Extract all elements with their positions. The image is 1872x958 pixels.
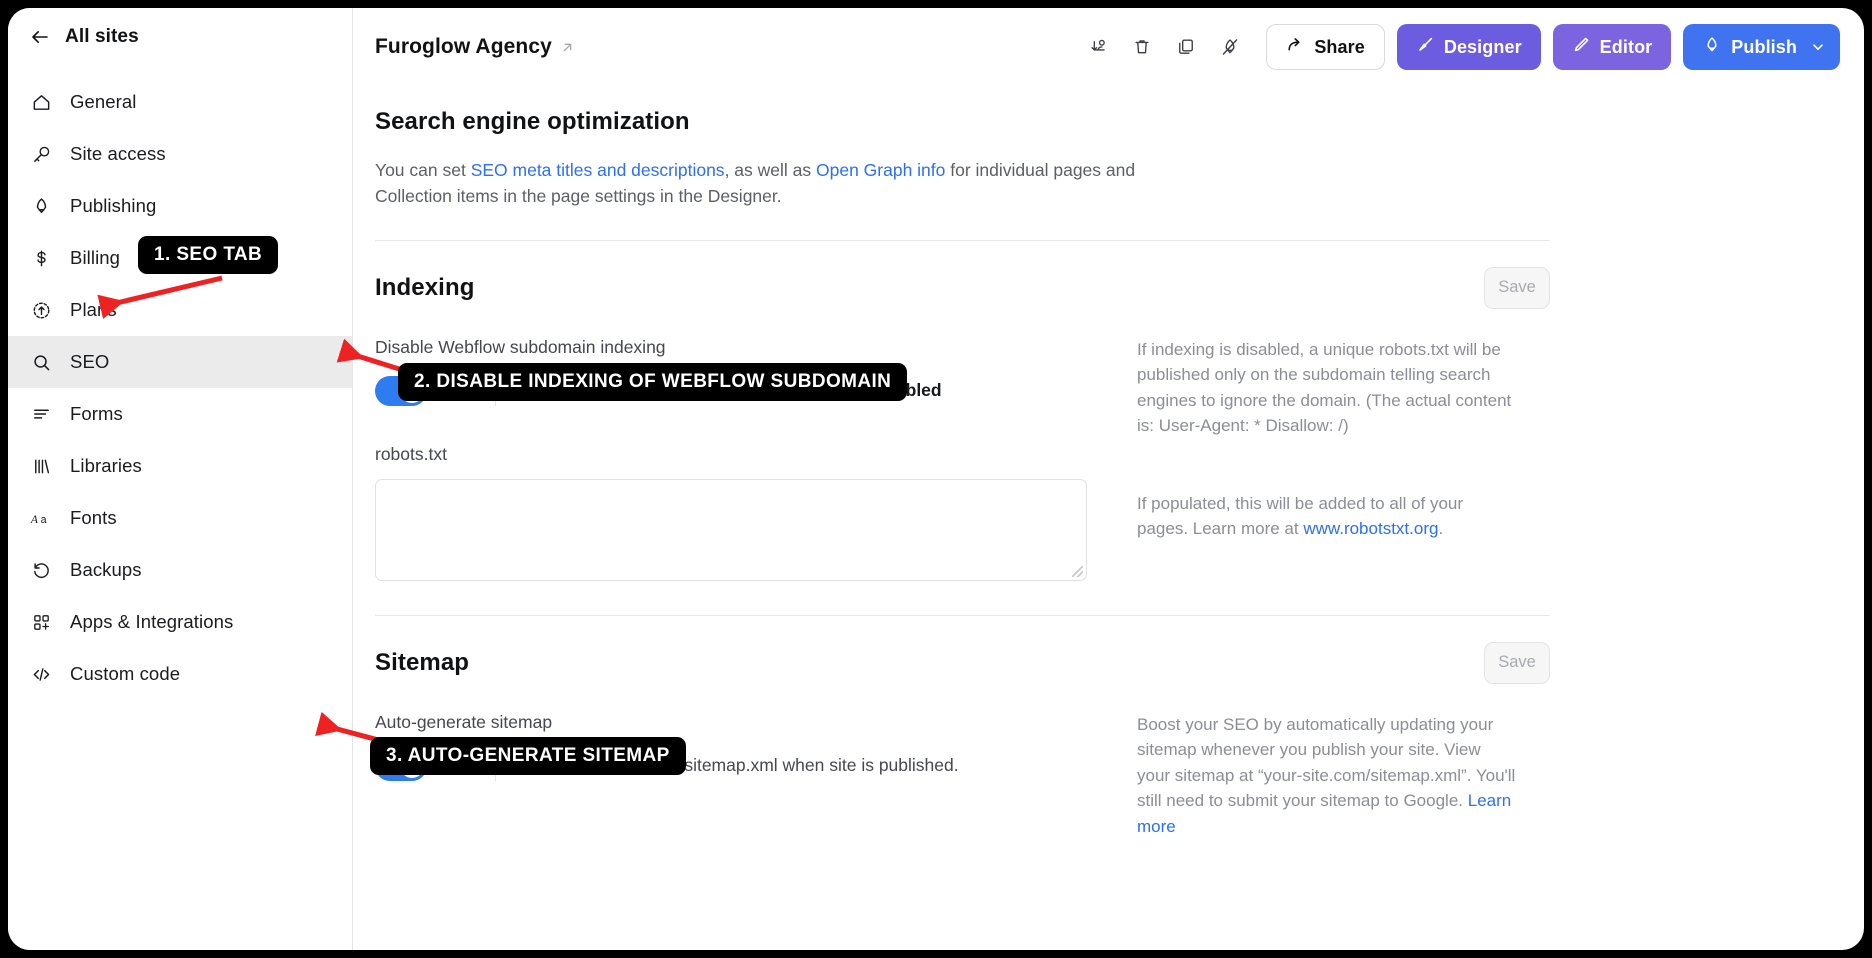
sitemap-section-header: Sitemap Save: [375, 641, 1550, 684]
delete-icon[interactable]: [1120, 25, 1164, 69]
indexing-help-text: If indexing is disabled, a unique robots…: [1137, 339, 1512, 436]
auto-generate-sitemap-label: Auto-generate sitemap: [375, 711, 553, 732]
share-button[interactable]: Share: [1266, 24, 1385, 70]
sidebar-item-publishing[interactable]: Publishing: [8, 180, 352, 232]
sitemap-save-button[interactable]: Save: [1484, 641, 1550, 684]
sidebar-item-plans[interactable]: Plans: [8, 284, 352, 336]
indexing-section-header: Indexing Save: [375, 266, 1550, 309]
share-icon: [1286, 35, 1305, 59]
indexing-save-button[interactable]: Save: [1484, 266, 1550, 309]
sidebar-item-label: General: [70, 91, 137, 112]
sidebar-item-label: Custom code: [70, 663, 181, 684]
robots-txt-help-text: If populated, this will be added to all …: [1137, 491, 1517, 542]
sidebar-item-label: Billing: [70, 247, 121, 268]
main-content: Search engine optimization You can set S…: [353, 86, 1864, 950]
unpublish-icon[interactable]: [1208, 25, 1252, 69]
editor-button[interactable]: Editor: [1552, 24, 1672, 70]
sitemap-help-body: Boost your SEO by automatically updating…: [1137, 714, 1516, 811]
sidebar-item-general[interactable]: General: [8, 76, 352, 128]
sidebar-item-forms[interactable]: Forms: [8, 388, 352, 440]
publish-label: Publish: [1731, 36, 1797, 57]
search-icon: [30, 351, 53, 374]
intro-part-2: , as well as: [724, 160, 816, 180]
pencil-icon: [1572, 35, 1591, 59]
divider: [375, 614, 1550, 616]
open-graph-info-link[interactable]: Open Graph info: [816, 160, 945, 180]
seo-meta-titles-link[interactable]: SEO meta titles and descriptions: [471, 160, 725, 180]
sidebar-item-label: Backups: [70, 559, 142, 580]
sitemap-heading: Sitemap: [375, 648, 470, 676]
apps-icon: [30, 611, 53, 634]
divider: [375, 239, 1550, 241]
designer-button[interactable]: Designer: [1396, 24, 1541, 70]
fonts-icon: A a: [30, 507, 53, 530]
annotation-callout-3: 3. AUTO-GENERATE SITEMAP: [370, 737, 686, 775]
sidebar-item-label: Publishing: [70, 195, 157, 216]
sidebar-item-fonts[interactable]: A a Fonts: [8, 492, 352, 544]
sidebar-item-custom-code[interactable]: Custom code: [8, 648, 352, 700]
code-icon: [30, 663, 53, 686]
upgrade-icon: [30, 299, 53, 322]
seo-heading: Search engine optimization: [375, 108, 690, 135]
forms-icon: [30, 403, 53, 426]
editor-label: Editor: [1599, 36, 1653, 57]
app-window: All sites General Site access Publishing…: [8, 8, 1864, 950]
sidebar-item-label: Forms: [70, 403, 123, 424]
sidebar-item-seo[interactable]: SEO: [8, 336, 352, 388]
sidebar-item-apps-integrations[interactable]: Apps & Integrations: [8, 596, 352, 648]
key-icon: [30, 143, 53, 166]
sidebar-nav: General Site access Publishing Billing P…: [8, 76, 352, 700]
back-label: All sites: [65, 26, 139, 47]
sitemap-help-text: Boost your SEO by automatically updating…: [1137, 712, 1517, 840]
chevron-down-icon: [1810, 39, 1826, 55]
share-label: Share: [1314, 36, 1365, 57]
dollar-icon: [30, 247, 53, 270]
seo-intro-text: You can set SEO meta titles and descript…: [375, 158, 1150, 210]
site-title-link[interactable]: Furoglow Agency: [375, 35, 575, 59]
sidebar: All sites General Site access Publishing…: [8, 8, 353, 950]
duplicate-icon[interactable]: [1164, 25, 1208, 69]
rocket-icon: [30, 195, 53, 218]
robots-txt-label: robots.txt: [375, 443, 447, 464]
sidebar-item-libraries[interactable]: Libraries: [8, 440, 352, 492]
designer-label: Designer: [1443, 36, 1522, 57]
robotstxt-org-link[interactable]: www.robotstxt.org: [1303, 519, 1438, 538]
home-icon: [30, 91, 53, 114]
svg-text:A: A: [30, 513, 39, 525]
svg-text:a: a: [41, 513, 47, 525]
rocket-icon: [1702, 35, 1722, 60]
seo-settings-panel: Search engine optimization You can set S…: [375, 108, 1550, 839]
indexing-heading: Indexing: [375, 273, 475, 301]
page-title: Furoglow Agency: [375, 35, 552, 58]
sidebar-item-label: Libraries: [70, 455, 142, 476]
robots-txt-input[interactable]: [375, 478, 1087, 581]
resize-grip[interactable]: [1072, 565, 1083, 577]
annotation-callout-1: 1. SEO TAB: [138, 236, 279, 274]
sitemap-right-column: Boost your SEO by automatically updating…: [1137, 712, 1517, 840]
sitemap-body: Auto-generate sitemap On Automatically u…: [375, 712, 1550, 840]
sidebar-item-site-access[interactable]: Site access: [8, 128, 352, 180]
intro-part-1: You can set: [375, 160, 471, 180]
annotation-callout-2: 2. DISABLE INDEXING OF WEBFLOW SUBDOMAIN: [398, 363, 908, 401]
disable-subdomain-indexing-label: Disable Webflow subdomain indexing: [375, 336, 666, 357]
sidebar-item-label: Apps & Integrations: [70, 611, 234, 632]
restore-icon: [30, 559, 53, 582]
sidebar-item-label: Fonts: [70, 507, 117, 528]
top-header: Furoglow Agency Share Designer Editor Pu…: [353, 8, 1864, 86]
libraries-icon: [30, 455, 53, 478]
robots-help-suffix: .: [1438, 519, 1444, 539]
sidebar-item-backups[interactable]: Backups: [8, 544, 352, 596]
sidebar-item-label: Site access: [70, 143, 166, 164]
back-to-all-sites[interactable]: All sites: [8, 8, 352, 66]
brush-icon: [1416, 35, 1435, 59]
sitemap-left-column: Auto-generate sitemap On Automatically u…: [375, 712, 1087, 840]
sidebar-item-label: Plans: [70, 299, 117, 320]
transfer-site-icon[interactable]: [1076, 25, 1120, 69]
publish-button[interactable]: Publish: [1683, 24, 1840, 70]
indexing-right-column: If indexing is disabled, a unique robots…: [1137, 337, 1517, 581]
external-link-icon: [560, 40, 575, 55]
arrow-left-icon: [28, 26, 51, 49]
sidebar-item-label: SEO: [70, 351, 110, 372]
